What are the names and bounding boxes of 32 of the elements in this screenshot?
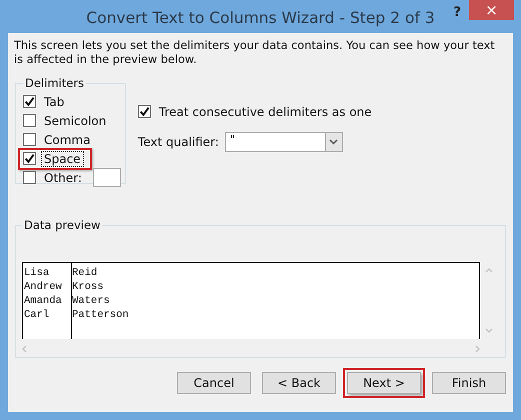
checkbox-label: Space — [41, 150, 84, 166]
checkbox[interactable] — [23, 152, 36, 165]
help-button[interactable]: ? — [453, 5, 461, 20]
close-button[interactable]: × — [469, 0, 514, 20]
text-qualifier-dropdown[interactable]: " — [224, 132, 343, 152]
checkbox[interactable] — [138, 105, 151, 118]
group-title: Data preview — [23, 218, 102, 232]
group-title: Delimiters — [24, 76, 86, 90]
checkbox-label: Other: — [43, 170, 83, 186]
preview-cell-text: Waters — [71, 294, 111, 308]
checkbox[interactable] — [23, 133, 36, 146]
preview-cell-text: Carl — [23, 308, 50, 322]
checkbox-label: Treat consecutive delimiters as one — [158, 104, 373, 120]
preview-cell-text: Patterson — [71, 308, 130, 322]
checkbox[interactable] — [23, 171, 36, 184]
checkbox[interactable] — [23, 95, 36, 108]
preview-cell-text: Lisa — [23, 266, 50, 280]
preview-cell-text: Amanda — [23, 294, 63, 308]
preview-cell-text: Kross — [71, 280, 105, 294]
wizard-button[interactable]: Cancel — [177, 372, 251, 394]
checkbox-label: Tab — [43, 94, 66, 110]
preview-cell-text: Reid — [71, 266, 98, 280]
instructions-text: This screen lets you set the delimiters your data contains. You can see how your text is affected in the preview below. — [14, 39, 496, 66]
checkbox-label: Semicolon — [43, 112, 108, 128]
checkbox[interactable] — [23, 114, 36, 127]
window-title: Convert Text to Columns Wizard - Step 2 of 3 — [86, 8, 435, 26]
wizard-button[interactable]: Finish — [432, 372, 506, 394]
checkbox-label: Comma — [43, 132, 92, 148]
field-label: Text qualifier: — [138, 135, 219, 149]
wizard-button[interactable]: < Back — [262, 372, 336, 394]
other-delimiter-field[interactable] — [92, 168, 121, 187]
preview-cell-text: Andrew — [23, 280, 63, 294]
